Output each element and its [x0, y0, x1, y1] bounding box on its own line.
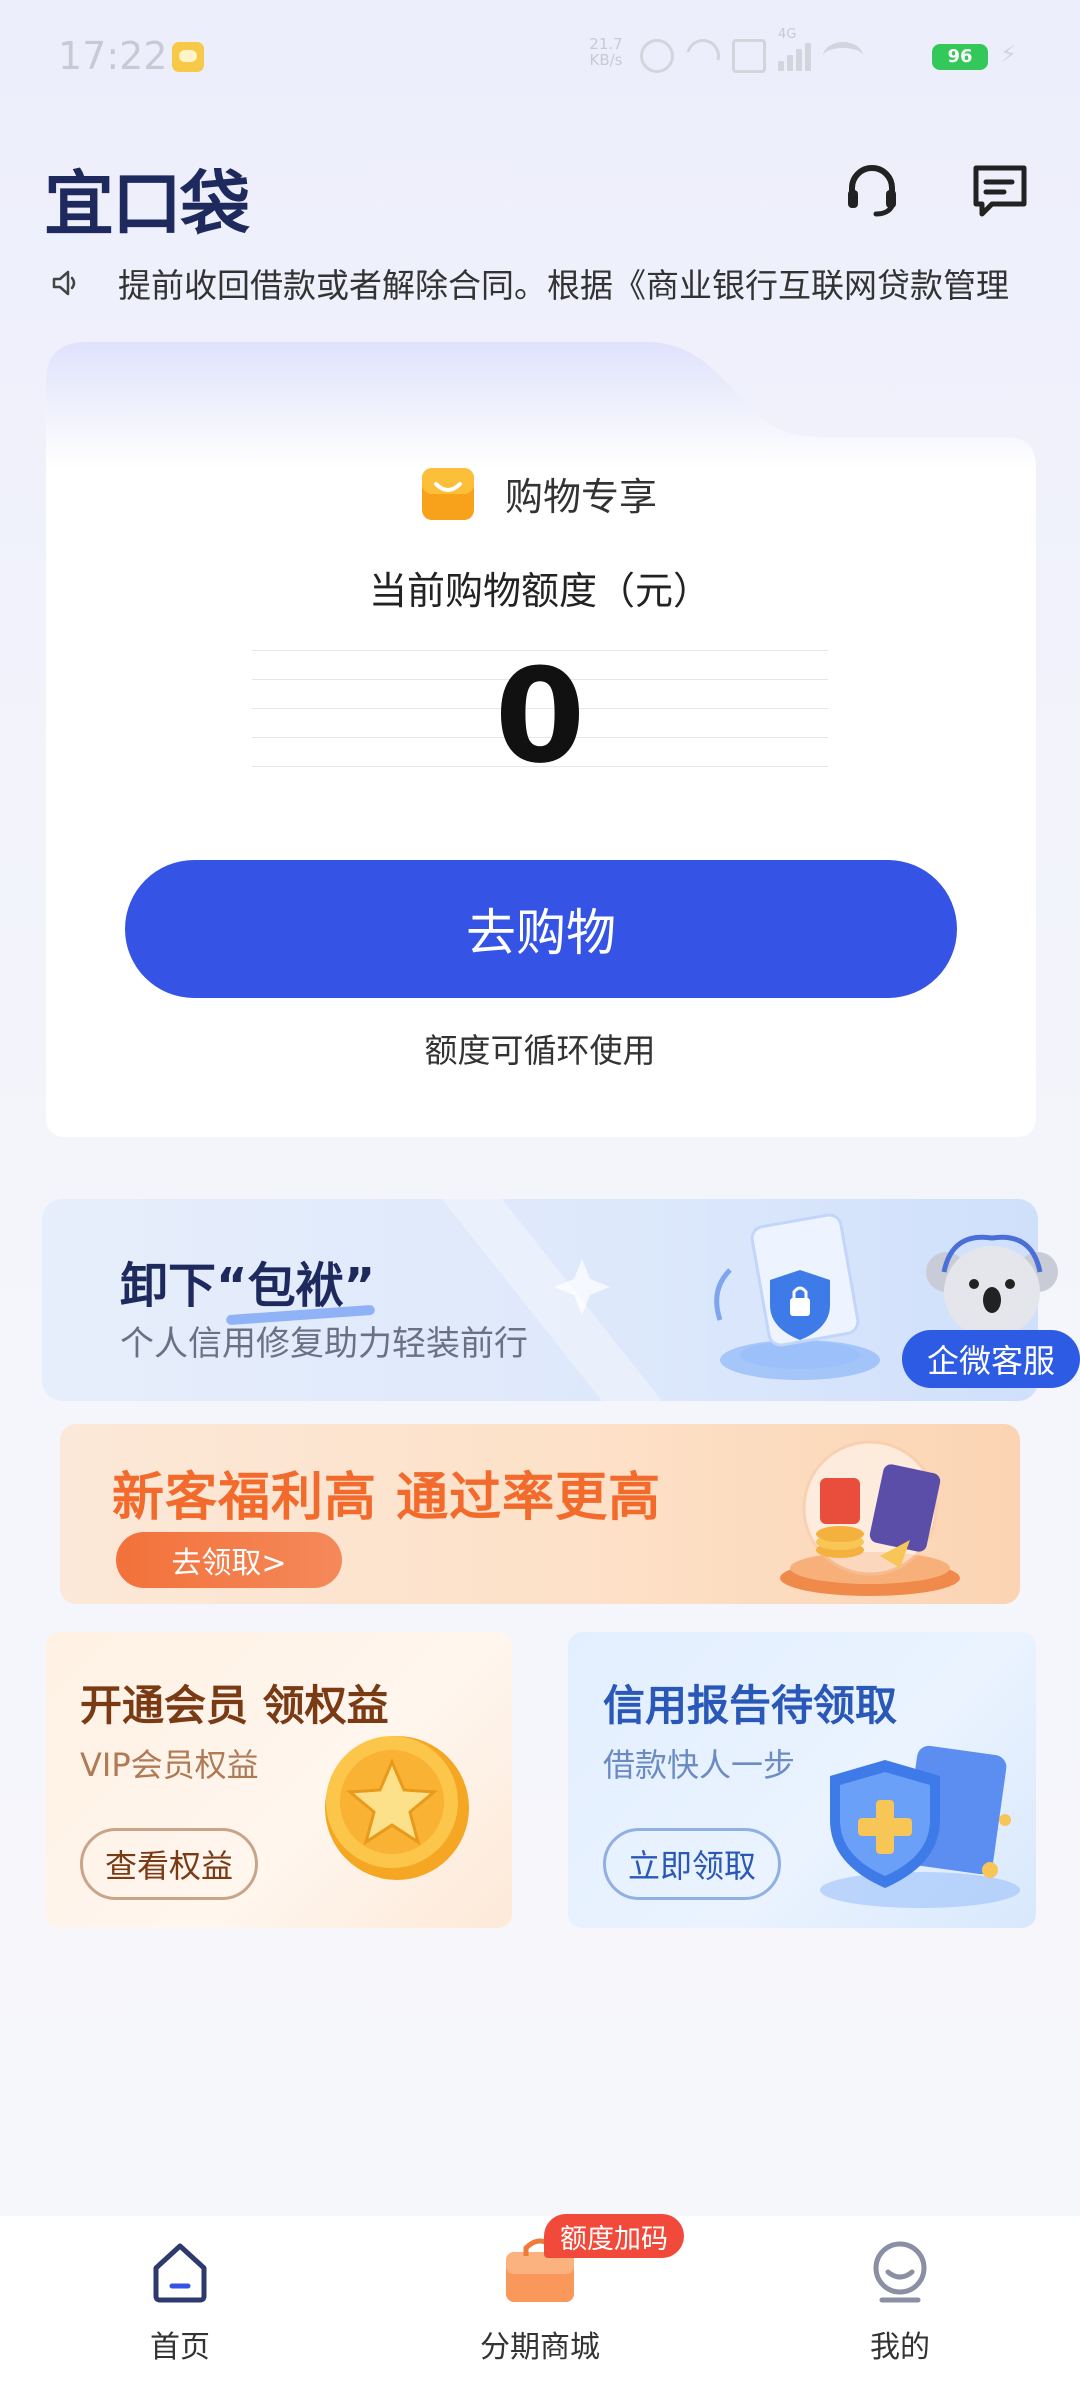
net-speed-value: 21.7	[589, 35, 623, 53]
alarm-icon	[640, 39, 674, 73]
repair-title: 卸下“包袱”	[120, 1246, 375, 1316]
status-icons: 4G	[640, 27, 863, 80]
signal-icon: 4G	[778, 27, 811, 71]
claim-button[interactable]: 去领取>	[116, 1532, 342, 1588]
vip-subtitle: VIP会员权益	[80, 1746, 259, 1784]
net-speed: 21.7 KB/s	[584, 36, 628, 68]
shopping-exclusive-label: 购物专享	[505, 475, 658, 519]
nav-installment-mall[interactable]: 分期商城	[440, 2238, 640, 2366]
gift-globe-illustration	[760, 1428, 980, 1600]
quota-value: 0	[494, 640, 586, 792]
nav-mine[interactable]: 我的	[800, 2240, 1000, 2366]
network-type: 4G	[778, 27, 797, 42]
shopping-bag-icon	[420, 462, 476, 522]
repair-title-highlight: “包袱”	[216, 1258, 376, 1314]
status-time: 17:22	[58, 34, 168, 78]
new-customer-title: 新客福利高 通过率更高	[112, 1468, 662, 1528]
nav-mine-label: 我的	[870, 2330, 930, 2365]
notice-marquee[interactable]: 提前收回借款或者解除合同。根据《商业银行互联网贷款管理	[50, 258, 1050, 308]
nav-home[interactable]: 首页	[80, 2240, 280, 2366]
go-shopping-button[interactable]: 去购物	[125, 860, 957, 998]
notice-text: 提前收回借款或者解除合同。根据《商业银行互联网贷款管理	[118, 266, 1009, 305]
message-icon[interactable]	[970, 160, 1030, 220]
gold-coin-star-icon	[312, 1720, 482, 1890]
quota-label: 当前购物额度（元）	[368, 569, 711, 613]
view-benefits-button[interactable]: 查看权益	[80, 1828, 258, 1900]
repair-subtitle: 个人信用修复助力轻装前行	[120, 1324, 528, 1364]
battery-indicator: 96	[932, 44, 988, 70]
net-speed-unit: KB/s	[589, 51, 623, 69]
charging-icon: ⚡	[1000, 40, 1017, 68]
repair-title-prefix: 卸下	[120, 1258, 217, 1314]
profile-icon	[868, 2240, 932, 2304]
app-logo: 宜口袋	[44, 163, 250, 245]
claim-now-button[interactable]: 立即领取	[603, 1828, 781, 1900]
speaker-icon	[50, 268, 80, 298]
nav-home-label: 首页	[150, 2330, 210, 2365]
koala-mascot-icon	[922, 1232, 1062, 1342]
wifi-icon	[823, 42, 863, 70]
quota-boost-badge: 额度加码	[544, 2214, 684, 2258]
nav-mall-label: 分期商城	[480, 2330, 600, 2365]
headset-icon[interactable]	[842, 160, 902, 220]
mute-icon	[732, 39, 766, 73]
credit-subtitle: 借款快人一步	[603, 1746, 796, 1784]
moon-icon	[679, 32, 727, 80]
cycle-note: 额度可循环使用	[424, 1031, 656, 1070]
security-shield-illustration	[700, 1210, 900, 1390]
home-icon	[148, 2240, 212, 2304]
notification-icon	[172, 42, 204, 72]
wecom-service-button[interactable]: 企微客服	[902, 1330, 1080, 1388]
credit-shield-icon	[790, 1720, 1040, 1920]
